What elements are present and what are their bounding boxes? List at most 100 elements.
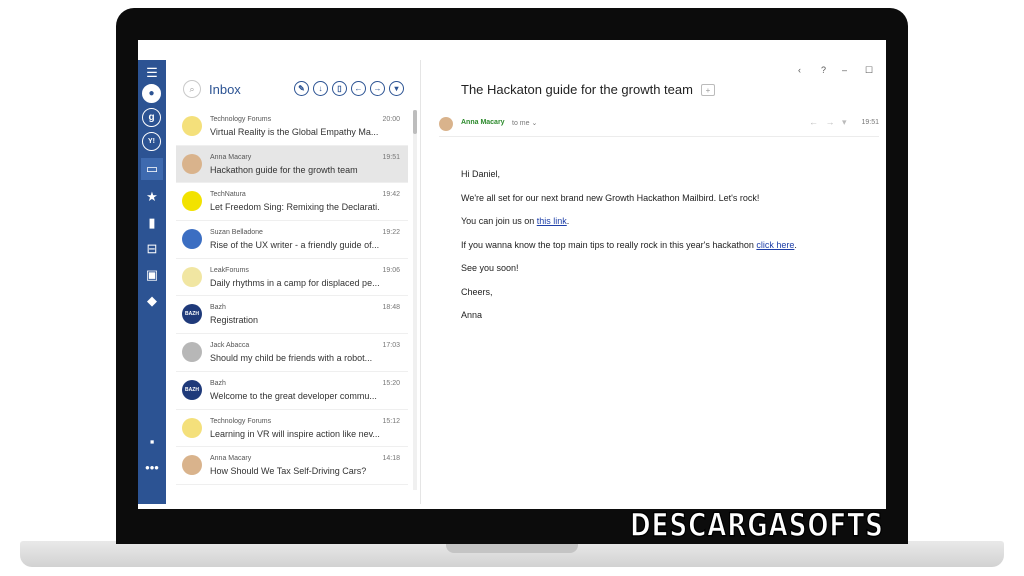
message-subject: Let Freedom Sing: Remixing the Declarati… <box>210 202 380 213</box>
recipient-label[interactable]: to me ⌄ <box>512 119 537 127</box>
archive-icon[interactable]: ⊟ <box>141 238 163 260</box>
message-subject: Learning in VR will inspire action like … <box>210 428 380 439</box>
message-sender: Anna Macary <box>210 455 252 463</box>
message-avatar <box>182 229 202 250</box>
message-avatar <box>182 266 202 287</box>
message-subject: Registration <box>210 315 259 326</box>
email-subject: The Hackaton guide for the growth team <box>461 82 693 97</box>
tag-icon[interactable]: ◆ <box>141 290 163 312</box>
message-subject: How Should We Tax Self-Driving Cars? <box>210 466 367 477</box>
drafts-icon[interactable]: ▮ <box>141 212 163 234</box>
message-avatar <box>182 342 202 363</box>
list-scrollbar[interactable] <box>413 110 417 490</box>
more-action-icon[interactable]: ▾ <box>842 117 847 127</box>
message-time: 19:51 <box>382 153 400 161</box>
sidebar-nav: ☰ ● g Y! ▭ ★ ▮ ⊟ ▣ ◆ ▪ ••• <box>138 60 166 504</box>
message-sender: Technology Forums <box>210 116 272 123</box>
delete-icon[interactable]: ▯ <box>332 81 347 96</box>
body-line-4: See you soon! <box>461 263 519 273</box>
forward-icon[interactable]: → <box>370 81 385 96</box>
message-avatar <box>182 455 202 476</box>
message-rows: Technology Forums 20:00 Virtual Reality is… <box>176 108 408 485</box>
app-window: ☰ ● g Y! ▭ ★ ▮ ⊟ ▣ ◆ ▪ ••• ⌕ Inbox ✎ ↓ ▯… <box>138 40 886 509</box>
message-avatar <box>182 417 202 438</box>
yahoo-account-icon[interactable]: Y! <box>142 132 161 151</box>
message-time: 17:03 <box>382 342 400 350</box>
message-row[interactable]: BAZH Bazh 15:20 Welcome to the great develo… <box>176 372 408 410</box>
message-avatar <box>182 191 202 212</box>
watermark-text: DESCARGASOFTS <box>629 505 884 545</box>
reply-icon[interactable]: ← <box>351 81 366 96</box>
inbox-icon[interactable]: ▭ <box>141 158 163 180</box>
message-row[interactable]: BAZH Bazh 18:48 Registration <box>176 296 408 335</box>
message-time: 20:00 <box>382 116 400 123</box>
unified-accounts-icon[interactable]: ● <box>142 84 161 103</box>
message-row[interactable]: Technology Forums 20:00 Virtual Reality is… <box>176 108 408 146</box>
inbox-title: Inbox <box>209 82 241 97</box>
contacts-icon[interactable]: ▪ <box>141 430 163 452</box>
message-row[interactable]: Anna Macary 14:18 How Should We Tax Self-D… <box>176 447 408 485</box>
message-subject: Should my child be friends with a robot.… <box>210 353 373 364</box>
email-body: Hi Daniel, We're all set for our next br… <box>461 170 797 335</box>
message-actions: ← → ▾ <box>809 117 847 128</box>
compose-icon[interactable]: ✎ <box>294 81 309 96</box>
body-line-3: If you wanna know the top main tips to r… <box>461 239 797 250</box>
message-row[interactable]: Jack Abacca 17:03 Should my child be frien… <box>176 334 408 372</box>
message-row[interactable]: Anna Macary 19:51 Hackathon guide for the … <box>176 145 408 184</box>
email-time: 19:51 <box>861 119 879 126</box>
message-avatar <box>182 153 202 174</box>
scrollbar-thumb[interactable] <box>413 110 417 134</box>
greeting: Hi Daniel, <box>461 169 501 179</box>
reply-action-icon[interactable]: ← <box>809 117 818 127</box>
google-account-icon[interactable]: g <box>142 108 161 127</box>
message-sender: Jack Abacca <box>210 342 250 350</box>
search-icon[interactable]: ⌕ <box>183 80 201 98</box>
this-link[interactable]: this link <box>537 216 567 226</box>
message-subject: Rise of the UX writer - a friendly guide… <box>210 240 380 251</box>
message-subject: Virtual Reality is the Global Empathy Ma… <box>210 127 379 137</box>
reading-pane: ‹ ? – ☐ The Hackaton guide for the growt… <box>421 60 886 504</box>
sender-avatar <box>439 117 453 131</box>
list-toolbar: ⌕ Inbox ✎ ↓ ▯ ← → ▾ <box>166 60 420 110</box>
message-row[interactable]: Technology Forums 15:12 Learning in VR wil… <box>176 410 408 448</box>
click-here-link[interactable]: click here <box>756 240 794 250</box>
dropdown-icon[interactable]: ▾ <box>389 81 404 96</box>
message-time: 19:42 <box>382 191 400 199</box>
help-icon[interactable]: ? <box>821 65 826 75</box>
download-icon[interactable]: ↓ <box>313 81 328 96</box>
star-icon[interactable]: ★ <box>141 186 163 208</box>
email-header: Anna Macary to me ⌄ ← → ▾ 19:51 <box>439 114 879 137</box>
maximize-icon[interactable]: ☐ <box>865 65 873 76</box>
message-row[interactable]: TechNatura 19:42 Let Freedom Sing: Remixin… <box>176 183 408 222</box>
message-time: 19:22 <box>382 229 400 237</box>
briefcase-icon[interactable]: ▣ <box>141 264 163 286</box>
message-time: 18:48 <box>382 304 400 312</box>
minimize-icon[interactable]: – <box>842 65 847 75</box>
body-line-2: You can join us on this link. <box>461 216 570 226</box>
message-avatar: BAZH <box>182 304 202 325</box>
message-time: 14:18 <box>382 455 400 463</box>
message-row[interactable]: Suzan Belladone 19:22 Rise of the UX write… <box>176 221 408 259</box>
message-sender: LeakForums <box>210 266 249 274</box>
sender-name[interactable]: Anna Macary <box>461 119 505 126</box>
forward-action-icon[interactable]: → <box>826 117 835 127</box>
hamburger-menu-icon[interactable]: ☰ <box>141 62 163 84</box>
message-avatar: BAZH <box>182 379 202 400</box>
message-sender: Anna Macary <box>210 153 252 161</box>
message-subject: Welcome to the great developer commu... <box>210 390 377 401</box>
message-sender: Suzan Belladone <box>210 229 263 237</box>
message-time: 15:20 <box>382 379 400 387</box>
closing: Cheers, <box>461 286 493 297</box>
message-sender: TechNatura <box>210 191 246 199</box>
more-icon[interactable]: ••• <box>141 456 163 478</box>
message-avatar <box>182 116 202 136</box>
message-subject: Daily rhythms in a camp for displaced pe… <box>210 277 380 288</box>
message-row[interactable]: LeakForums 19:06 Daily rhythms in a camp f… <box>176 259 408 297</box>
message-subject: Hackathon guide for the growth team <box>210 164 358 175</box>
message-time: 15:12 <box>382 417 400 425</box>
add-tag-icon[interactable]: + <box>701 84 715 96</box>
back-icon[interactable]: ‹ <box>798 65 801 75</box>
signature: Anna <box>461 310 483 320</box>
body-line-1: We're all set for our next brand new Gro… <box>461 192 760 203</box>
message-sender: Bazh <box>210 379 226 387</box>
